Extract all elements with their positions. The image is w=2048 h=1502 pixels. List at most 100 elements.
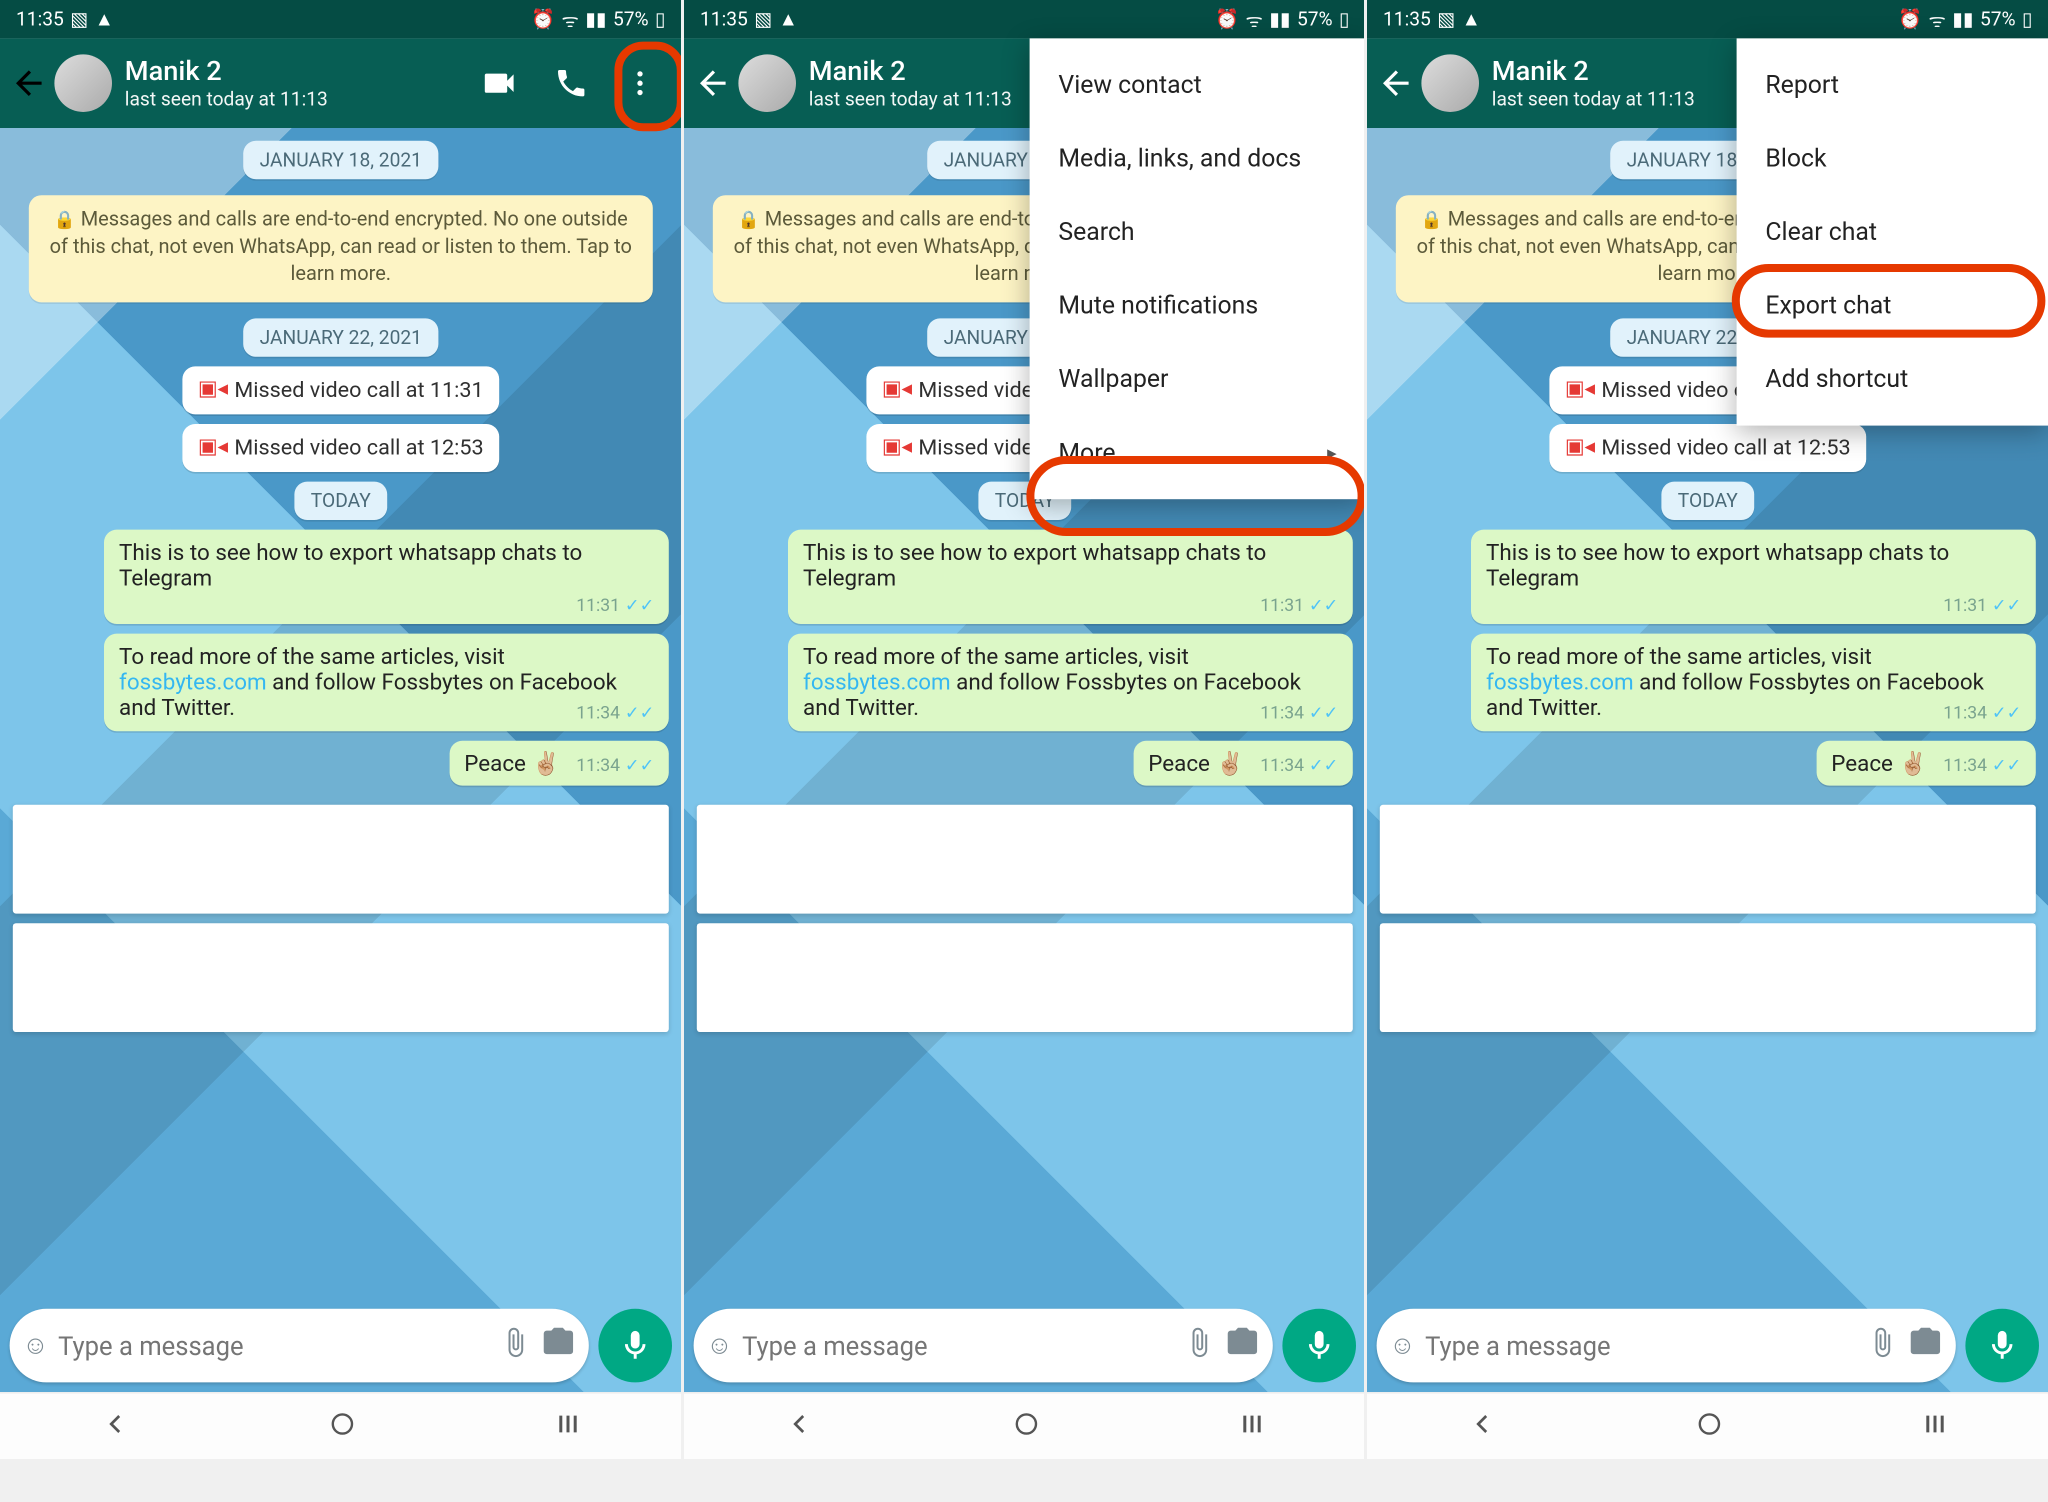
mic-button[interactable] xyxy=(1282,1309,1356,1383)
emoji-icon[interactable]: ☺ xyxy=(1390,1330,1416,1362)
read-ticks-icon: ✓✓ xyxy=(625,595,655,616)
menu-report[interactable]: Report xyxy=(1737,48,2048,122)
date-chip: TODAY xyxy=(1662,481,1754,519)
date-chip: JANUARY 18, 2021 xyxy=(244,141,438,179)
emoji-icon[interactable]: ☺ xyxy=(22,1330,48,1362)
nav-recents-icon[interactable] xyxy=(554,1409,583,1444)
camera-icon[interactable] xyxy=(541,1325,576,1367)
message-out[interactable]: Peace✌🏼11:34✓✓ xyxy=(1134,740,1353,785)
menu-media-links-docs[interactable]: Media, links, and docs xyxy=(1029,122,1364,196)
attach-icon[interactable] xyxy=(1867,1326,1899,1364)
lock-icon: 🔒 xyxy=(54,210,76,231)
avatar[interactable] xyxy=(738,54,796,112)
contact-name: Manik 2 xyxy=(125,56,467,88)
back-icon[interactable] xyxy=(1377,64,1415,102)
battery-text: 57% xyxy=(613,8,649,30)
blocks xyxy=(1380,804,2036,1031)
input-bar: ☺ xyxy=(1377,1309,2039,1383)
message-input-box[interactable]: ☺ xyxy=(693,1309,1272,1383)
message-input[interactable] xyxy=(1425,1330,1856,1360)
menu-more[interactable]: More▸ xyxy=(1029,416,1364,490)
signal-icon: ▮▮ xyxy=(1269,8,1290,30)
message-out[interactable]: Peace✌🏼11:34✓✓ xyxy=(1817,740,2036,785)
missed-call[interactable]: ▣◂Missed video call at 11:31 xyxy=(182,366,500,414)
battery-icon: ▯ xyxy=(2022,8,2033,30)
emoji-icon[interactable]: ☺ xyxy=(706,1330,732,1362)
chat-header[interactable]: Manik 2 last seen today at 11:13 xyxy=(0,38,681,128)
menu-export-chat[interactable]: Export chat xyxy=(1737,269,2048,343)
read-ticks-icon: ✓✓ xyxy=(1992,595,2022,616)
nav-back-icon[interactable] xyxy=(1466,1407,1498,1445)
message-input[interactable] xyxy=(742,1330,1173,1360)
camera-icon[interactable] xyxy=(1224,1325,1259,1367)
menu-view-contact[interactable]: View contact xyxy=(1029,48,1364,122)
alarm-icon: ⏰ xyxy=(531,8,555,30)
message-out[interactable]: To read more of the same articles, visit… xyxy=(1472,633,2036,731)
nav-home-icon[interactable] xyxy=(328,1409,357,1444)
message-out[interactable]: Peace✌🏼11:34✓✓ xyxy=(450,740,669,785)
android-nav xyxy=(0,1392,681,1459)
link[interactable]: fossbytes.com xyxy=(803,670,951,696)
avatar[interactable] xyxy=(54,54,112,112)
screenshot-2: 11:35▧▲ ⏰ᯤ▮▮57%▯ Manik 2 last seen today… xyxy=(684,0,1365,1459)
menu-dots-icon[interactable] xyxy=(624,67,656,99)
warn-icon: ▲ xyxy=(1462,8,1481,30)
menu-clear-chat[interactable]: Clear chat xyxy=(1737,195,2048,269)
blocks xyxy=(13,804,669,1031)
message-out[interactable]: This is to see how to export whatsapp ch… xyxy=(788,529,1352,623)
attach-icon[interactable] xyxy=(499,1326,531,1364)
message-out[interactable]: To read more of the same articles, visit… xyxy=(105,633,669,731)
nav-back-icon[interactable] xyxy=(782,1407,814,1445)
missed-call[interactable]: ▣◂Missed video call at 12:53 xyxy=(182,423,500,471)
mic-button[interactable] xyxy=(598,1309,672,1383)
camera-icon[interactable] xyxy=(1908,1325,1943,1367)
menu-block[interactable]: Block xyxy=(1737,122,2048,196)
more-submenu: Report Block Clear chat Export chat Add … xyxy=(1737,38,2048,425)
menu-mute[interactable]: Mute notifications xyxy=(1029,269,1364,343)
link[interactable]: fossbytes.com xyxy=(119,670,267,696)
gallery-icon: ▧ xyxy=(754,8,772,30)
video-call-icon[interactable] xyxy=(480,64,518,102)
options-menu: View contact Media, links, and docs Sear… xyxy=(1029,38,1364,499)
nav-recents-icon[interactable] xyxy=(1238,1409,1267,1444)
gallery-icon: ▧ xyxy=(70,8,88,30)
menu-add-shortcut[interactable]: Add shortcut xyxy=(1737,342,2048,416)
encryption-notice[interactable]: 🔒 Messages and calls are end-to-end encr… xyxy=(29,195,653,302)
mic-button[interactable] xyxy=(1966,1309,2040,1383)
avatar[interactable] xyxy=(1422,54,1480,112)
nav-home-icon[interactable] xyxy=(1695,1409,1724,1444)
read-ticks-icon: ✓✓ xyxy=(1992,755,2022,776)
attach-icon[interactable] xyxy=(1183,1326,1215,1364)
message-out[interactable]: This is to see how to export whatsapp ch… xyxy=(1472,529,2036,623)
input-bar: ☺ xyxy=(10,1309,672,1383)
message-out[interactable]: This is to see how to export whatsapp ch… xyxy=(105,529,669,623)
read-ticks-icon: ✓✓ xyxy=(1309,755,1339,776)
status-bar: 11:35▧▲ ⏰ᯤ▮▮57%▯ xyxy=(0,0,681,38)
last-seen: last seen today at 11:13 xyxy=(125,88,467,110)
missed-video-icon: ▣◂ xyxy=(882,378,912,402)
menu-search[interactable]: Search xyxy=(1029,195,1364,269)
date-chip: JANUARY 22, 2021 xyxy=(244,318,438,356)
date-chip: TODAY xyxy=(295,481,387,519)
message-input[interactable] xyxy=(58,1330,489,1360)
warn-icon: ▲ xyxy=(95,8,114,30)
nav-recents-icon[interactable] xyxy=(1921,1409,1950,1444)
read-ticks-icon: ✓✓ xyxy=(625,755,655,776)
nav-back-icon[interactable] xyxy=(99,1407,131,1445)
contact-info[interactable]: Manik 2 last seen today at 11:13 xyxy=(125,56,467,110)
message-input-box[interactable]: ☺ xyxy=(1377,1309,1956,1383)
status-bar: 11:35▧▲ ⏰ᯤ▮▮57%▯ xyxy=(684,0,1365,38)
battery-icon: ▯ xyxy=(655,8,666,30)
link[interactable]: fossbytes.com xyxy=(1486,670,1634,696)
wifi-icon: ᯤ xyxy=(561,6,579,33)
message-out[interactable]: To read more of the same articles, visit… xyxy=(788,633,1352,731)
nav-home-icon[interactable] xyxy=(1012,1409,1041,1444)
menu-wallpaper[interactable]: Wallpaper xyxy=(1029,342,1364,416)
back-icon[interactable] xyxy=(693,64,731,102)
missed-call[interactable]: ▣◂Missed video call at 12:53 xyxy=(1549,423,1867,471)
status-time: 11:35 xyxy=(1383,8,1431,30)
back-icon[interactable] xyxy=(10,64,48,102)
voice-call-icon[interactable] xyxy=(554,66,589,101)
message-input-box[interactable]: ☺ xyxy=(10,1309,589,1383)
peace-emoji: ✌🏼 xyxy=(1900,751,1928,777)
